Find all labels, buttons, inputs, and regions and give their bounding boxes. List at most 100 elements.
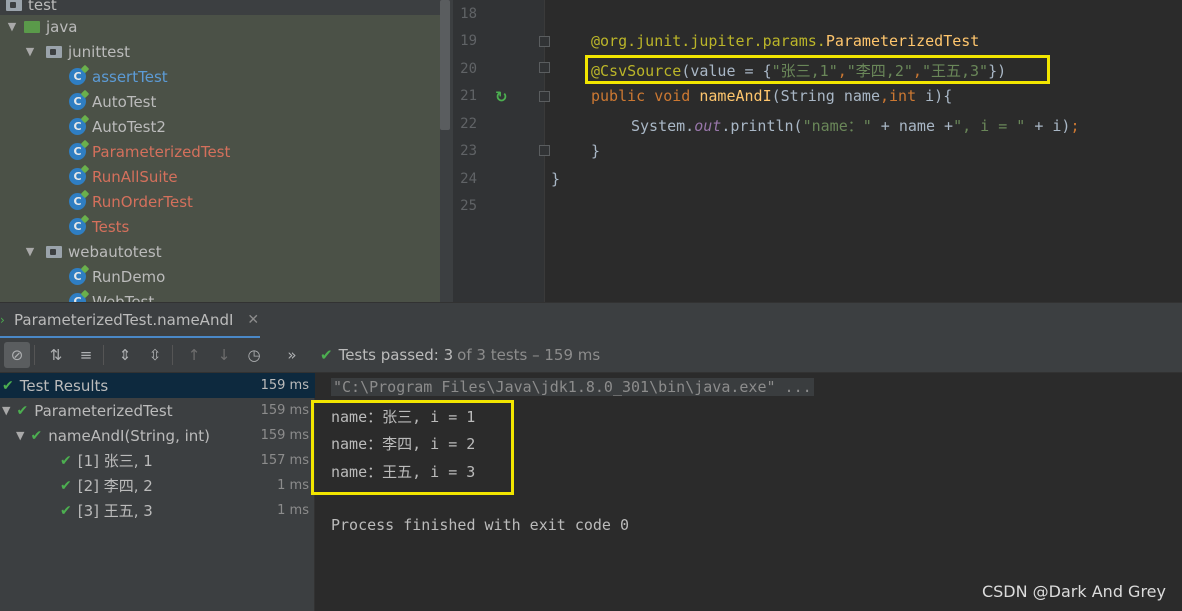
keyword-token: public [591, 87, 646, 105]
tree-item-label: test [28, 0, 57, 14]
code-line-24: } [551, 170, 560, 188]
check-icon: ✔ [16, 402, 29, 419]
code-editor[interactable]: 18 19 20 21 22 23 24 25 ↻ @org.junit.jup… [453, 0, 1182, 302]
tree-item-Tests[interactable]: C Tests [0, 214, 440, 239]
line-number: 18 [460, 6, 477, 22]
test-duration: 157 ms [260, 453, 309, 468]
code-token: + name + [871, 117, 954, 135]
tree-item-RunDemo[interactable]: C RunDemo [0, 264, 440, 289]
test-duration: 159 ms [260, 428, 309, 443]
test-history-clock-icon[interactable]: ◷ [241, 342, 267, 368]
code-line-22: System.out.println("name：" + name +", i … [631, 115, 1080, 136]
chevron-down-icon[interactable]: ▼ [6, 20, 18, 33]
fold-marker-icon[interactable] [539, 36, 550, 47]
test-node-method[interactable]: ▼ ✔ nameAndI(String, int) 159 ms [0, 423, 315, 448]
tree-item-label: assertTest [92, 67, 168, 86]
test-duration: 1 ms [277, 503, 309, 518]
test-class-icon: C [69, 168, 86, 185]
tree-item-label: RunAllSuite [92, 167, 178, 186]
test-results-tree: ✔ Test Results 159 ms ▼ ✔ ParameterizedT… [0, 373, 315, 611]
tree-item-assertTest[interactable]: C assertTest [0, 64, 440, 89]
tree-item-AutoTest2[interactable]: C AutoTest2 [0, 114, 440, 139]
test-duration: 159 ms [260, 403, 309, 418]
tree-item-ParameterizedTest[interactable]: C ParameterizedTest [0, 139, 440, 164]
chevron-down-icon[interactable]: ▼ [2, 404, 10, 417]
test-runner-toolbar: ⊘ ⇅ ≡ ⇕ ⇳ ↑ ↓ ◷ » ✔ Tests passed: 3 of 3… [0, 338, 1182, 373]
chevron-down-icon[interactable]: ▼ [24, 245, 36, 258]
annotation-token: @org.junit.jupiter.params. [591, 32, 826, 50]
console-command: "C:\Program Files\Java\jdk1.8.0_301\bin\… [331, 378, 814, 396]
code-line-19: @org.junit.jupiter.params.ParameterizedT… [591, 32, 979, 50]
annotation-class-token: ParameterizedTest [825, 32, 980, 50]
check-icon: ✔ [2, 377, 14, 394]
tree-item-RunAllSuite[interactable]: C RunAllSuite [0, 164, 440, 189]
code-token: (String name [771, 87, 880, 105]
test-class-icon: C [69, 293, 86, 302]
test-label: [2] 李四, 2 [77, 477, 153, 495]
test-duration: 1 ms [277, 478, 309, 493]
sort-alphabetically-icon[interactable]: ⇅ [43, 342, 69, 368]
test-results-root[interactable]: ✔ Test Results 159 ms [0, 373, 315, 398]
tree-item-junittest[interactable]: ▼ junittest [0, 39, 440, 64]
keyword-token: void [645, 87, 700, 105]
console-command-line: "C:\Program Files\Java\jdk1.8.0_301\bin\… [331, 378, 814, 396]
tree-item-label: junittest [68, 42, 131, 61]
test-label: Test Results [19, 376, 109, 395]
keyword-token: int [889, 87, 917, 105]
chevron-down-icon[interactable]: ▼ [24, 45, 36, 58]
tree-item-java[interactable]: ▼ java [0, 14, 440, 39]
tree-item-label: RunDemo [92, 267, 166, 286]
show-passed-toggle-icon[interactable]: ⊘ [4, 342, 30, 368]
fold-marker-icon[interactable] [539, 91, 550, 102]
test-label: ParameterizedTest [34, 401, 173, 420]
tests-status: ✔ Tests passed: 3 of 3 tests – 159 ms [320, 346, 600, 364]
code-token: System. [631, 117, 695, 135]
code-token: ; [1070, 117, 1080, 135]
test-class-icon: C [69, 193, 86, 210]
previous-failed-icon[interactable]: ↑ [181, 342, 207, 368]
tree-item-WebTest[interactable]: C WebTest [0, 289, 440, 302]
line-number: 21 [460, 88, 477, 104]
tab-run-configuration[interactable]: › ParameterizedTest.nameAndI ✕ [0, 303, 260, 339]
fold-marker-icon[interactable] [539, 145, 550, 156]
tree-item-label: AutoTest2 [92, 117, 166, 136]
test-node-class[interactable]: ▼ ✔ ParameterizedTest 159 ms [0, 398, 315, 423]
expand-all-icon[interactable]: ⇕ [112, 342, 138, 368]
package-icon [46, 245, 62, 258]
tree-item-label: WebTest [92, 292, 155, 303]
test-label: [3] 王五, 3 [77, 502, 153, 520]
chevron-down-icon[interactable]: ▼ [16, 429, 24, 442]
check-icon: ✔ [320, 346, 333, 364]
run-test-icon[interactable]: ↻ [495, 88, 508, 106]
tab-label: ParameterizedTest.nameAndI [14, 310, 234, 329]
tree-item-AutoTest[interactable]: C AutoTest [0, 89, 440, 114]
package-icon [46, 45, 62, 58]
folder-icon [6, 0, 22, 11]
project-tree-scrollbar[interactable] [440, 0, 450, 130]
tree-item-label: RunOrderTest [92, 192, 193, 211]
test-case[interactable]: ✔ [2] 李四, 2 1 ms [0, 473, 315, 498]
test-case[interactable]: ✔ [3] 王五, 3 1 ms [0, 498, 315, 523]
toolbar-separator [103, 345, 104, 365]
test-case[interactable]: ✔ [1] 张三, 1 157 ms [0, 448, 315, 473]
close-icon[interactable]: ✕ [247, 312, 259, 328]
test-duration: 159 ms [260, 378, 309, 393]
collapse-all-icon[interactable]: ⇳ [142, 342, 168, 368]
test-label: [1] 张三, 1 [77, 452, 153, 470]
code-line-21: public void nameAndI(String name,int i){ [591, 87, 952, 105]
fold-marker-icon[interactable] [539, 62, 550, 73]
test-class-icon: C [69, 68, 86, 85]
next-failed-icon[interactable]: ↓ [211, 342, 237, 368]
line-number: 24 [460, 171, 477, 187]
console-exit-line: Process finished with exit code 0 [331, 516, 630, 534]
tree-item-RunOrderTest[interactable]: C RunOrderTest [0, 189, 440, 214]
test-class-icon: C [69, 218, 86, 235]
sort-by-duration-icon[interactable]: ≡ [73, 342, 99, 368]
code-token: .println( [721, 117, 803, 135]
tree-item-label: Tests [92, 217, 130, 236]
source-folder-icon [24, 20, 40, 33]
tree-item-webautotest[interactable]: ▼ webautotest [0, 239, 440, 264]
test-class-icon: C [69, 143, 86, 160]
more-actions-icon[interactable]: » [279, 342, 305, 368]
run-arrow-icon: › [0, 313, 5, 327]
